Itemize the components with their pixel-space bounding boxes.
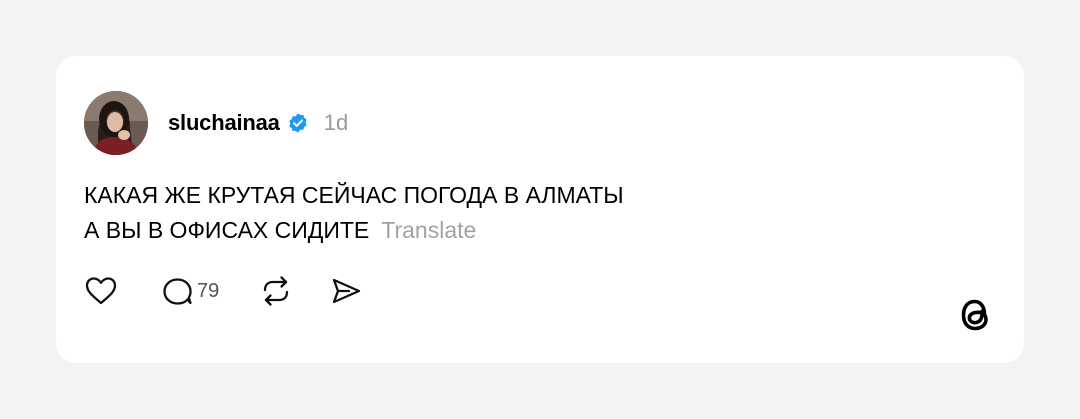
post-timestamp: 1d xyxy=(323,110,349,135)
share-button[interactable] xyxy=(329,275,363,307)
username[interactable]: sluchainaa xyxy=(168,110,280,136)
post-body: КАКАЯ ЖЕ КРУТАЯ СЕЙЧАС ПОГОДА В АЛМАТЫ А… xyxy=(84,178,984,248)
reply-button[interactable]: 79 xyxy=(160,275,219,307)
repost-icon xyxy=(259,275,293,307)
post-text-line-2-content: А ВЫ В ОФИСАХ СИДИТЕ xyxy=(84,217,370,243)
send-icon xyxy=(329,275,363,307)
post-text-line-2: А ВЫ В ОФИСАХ СИДИТЕ Translate xyxy=(84,213,984,248)
heart-icon xyxy=(84,275,118,307)
reply-count: 79 xyxy=(197,279,220,302)
translate-link[interactable]: Translate xyxy=(381,217,476,243)
author-avatar[interactable] xyxy=(84,91,148,155)
post-card: sluchainaa 1d КАКАЯ ЖЕ КРУТАЯ СЕЙЧАС ПОГ… xyxy=(56,56,1024,363)
threads-logo-icon xyxy=(956,294,994,336)
repost-button[interactable] xyxy=(259,275,293,307)
post-text-line-1: КАКАЯ ЖЕ КРУТАЯ СЕЙЧАС ПОГОДА В АЛМАТЫ xyxy=(84,182,624,208)
comment-icon xyxy=(160,275,194,307)
post-header: sluchainaa 1d xyxy=(168,108,348,138)
post-actions: 79 xyxy=(84,275,363,307)
like-button[interactable] xyxy=(84,275,118,307)
verified-badge-icon xyxy=(287,112,309,134)
